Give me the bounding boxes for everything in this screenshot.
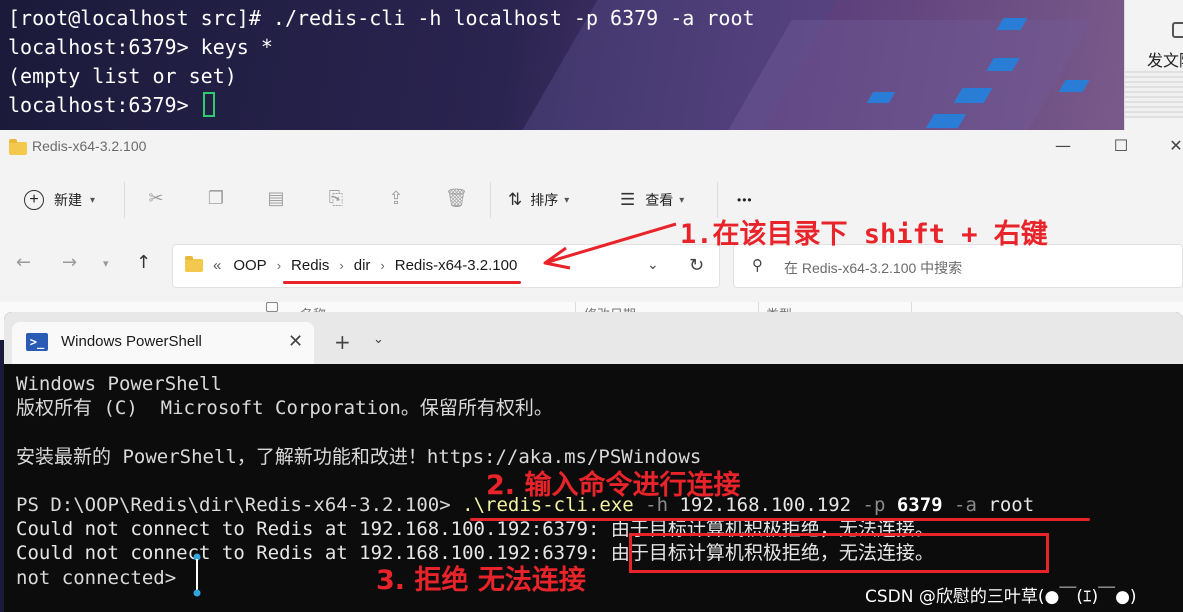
tab-label: Windows PowerShell [61,333,202,350]
folder-icon [9,139,27,155]
chevron-right-icon[interactable]: › [277,258,281,273]
window-title: Redis-x64-3.2.100 [32,138,147,154]
chevron-down-icon: ▾ [90,194,96,206]
cut-icon[interactable]: ✂ [145,188,167,210]
wallpaper-shape [728,20,1092,130]
annotation-underline [283,281,521,284]
new-button[interactable]: + 新建 ▾ [24,186,95,214]
terminal-tab-strip: >_ Windows PowerShell ✕ + ⌄ [4,312,1183,364]
share-icon[interactable]: ⇪ [385,188,407,210]
command-password: root [976,494,1035,517]
watermark: CSDN @欣慰的三叶草(●￣(ｴ)￣●) [865,587,1137,607]
refresh-icon[interactable]: ↻ [689,255,704,276]
sort-button-label: 排序 [530,192,559,208]
view-button[interactable]: ☰ 查看 ▾ [620,186,684,214]
search-icon: ⚲ [752,256,763,274]
paste-icon[interactable]: ▤ [265,188,287,210]
breadcrumb-item[interactable]: Redis-x64-3.2.100 [395,257,518,274]
annotation-step-3: 3. 拒绝 无法连接 [376,565,586,596]
sort-up-icon: ⌃ [418,302,428,308]
chevron-down-icon: ▾ [679,194,685,206]
terminal-prompt: localhost:6379> [8,93,201,117]
chevron-right-icon[interactable]: › [339,258,343,273]
command-port: 6379 [885,494,943,517]
terminal-prompt-line[interactable]: localhost:6379> [8,91,755,120]
background-content [1125,68,1183,118]
view-icon: ☰ [620,190,636,209]
edit-icon [1172,22,1183,38]
up-arrow-icon[interactable]: ↑ [136,252,151,273]
tab-dropdown-chevron-icon[interactable]: ⌄ [373,332,384,347]
ps-prompt: PS D:\OOP\Redis\dir\Redis-x64-3.2.100> [16,494,463,517]
tab-windows-powershell[interactable]: >_ Windows PowerShell ✕ [12,322,314,364]
sort-button[interactable]: ⇅ 排序 ▾ [508,186,569,214]
copyright-line: 版权所有 (C) Microsoft Corporation。保留所有权利。 [16,397,553,420]
toolbar-divider [490,182,491,218]
new-tab-icon[interactable]: + [334,330,351,354]
forward-arrow-icon[interactable]: → [62,252,77,273]
terminal-line: localhost:6379> keys * [8,35,273,59]
close-icon[interactable]: ✕ [1166,136,1183,156]
error-prefix: Could not connect to Redis at 192.168.10… [16,518,611,541]
annotation-highlight-box [629,533,1049,573]
back-arrow-icon[interactable]: ← [16,252,31,273]
annotation-step-1: 1.在该目录下 shift + 右键 [680,219,1048,250]
terminal-line: [root@localhost src]# ./redis-cli -h loc… [8,6,755,30]
terminal-line: (empty list or set) [8,64,237,88]
chevron-down-icon: ▾ [564,194,570,206]
command-flag-port: -p [851,494,886,517]
sort-icon: ⇅ [508,190,523,209]
background-window: 发文随 [1124,0,1183,130]
minimize-icon[interactable]: — [1053,136,1073,156]
address-dropdown-icon[interactable]: ⌄ [647,257,659,273]
blank-line: ​ [16,420,1034,444]
breadcrumb-item[interactable]: dir [354,257,371,274]
new-button-label: 新建 [54,192,82,208]
powershell-icon: >_ [26,333,48,351]
chevron-right-icon[interactable]: › [380,258,384,273]
maximize-icon[interactable]: ☐ [1111,136,1131,156]
linux-terminal-window: [root@localhost src]# ./redis-cli -h loc… [0,0,1124,130]
breadcrumb-item[interactable]: Redis [291,257,329,274]
annotation-step-2: 2. 输入命令进行连接 [486,470,741,501]
plus-circle-icon: + [24,190,44,210]
breadcrumb-overflow[interactable]: « [213,257,221,274]
folder-icon [185,256,203,272]
explorer-titlebar: Redis-x64-3.2.100 — ☐ ✕ [0,130,1183,164]
rename-icon[interactable]: ⎘ [325,188,347,210]
copy-icon[interactable]: ❐ [205,188,227,210]
close-tab-icon[interactable]: ✕ [288,331,303,352]
delete-icon[interactable]: 🗑 [445,188,468,210]
text-cursor-icon [193,553,201,597]
banner-line: Windows PowerShell [16,373,222,395]
wallpaper-block [1058,80,1090,92]
select-all-checkbox[interactable] [266,302,278,312]
toolbar-divider [124,182,125,218]
breadcrumb: « OOP › Redis › dir › Redis-x64-3.2.100 [185,256,518,274]
breadcrumb-item[interactable]: OOP [233,257,266,274]
annotation-underline [470,518,1090,521]
terminal-output: [root@localhost src]# ./redis-cli -h loc… [8,4,755,120]
text-cursor [202,92,215,117]
more-options-button[interactable]: ••• [737,186,753,214]
search-placeholder: 在 Redis-x64-3.2.100 中搜索 [784,260,963,276]
command-flag-auth: -a [942,494,977,517]
view-button-label: 查看 [645,192,674,208]
recent-locations-chevron-icon[interactable]: ▾ [103,257,109,270]
